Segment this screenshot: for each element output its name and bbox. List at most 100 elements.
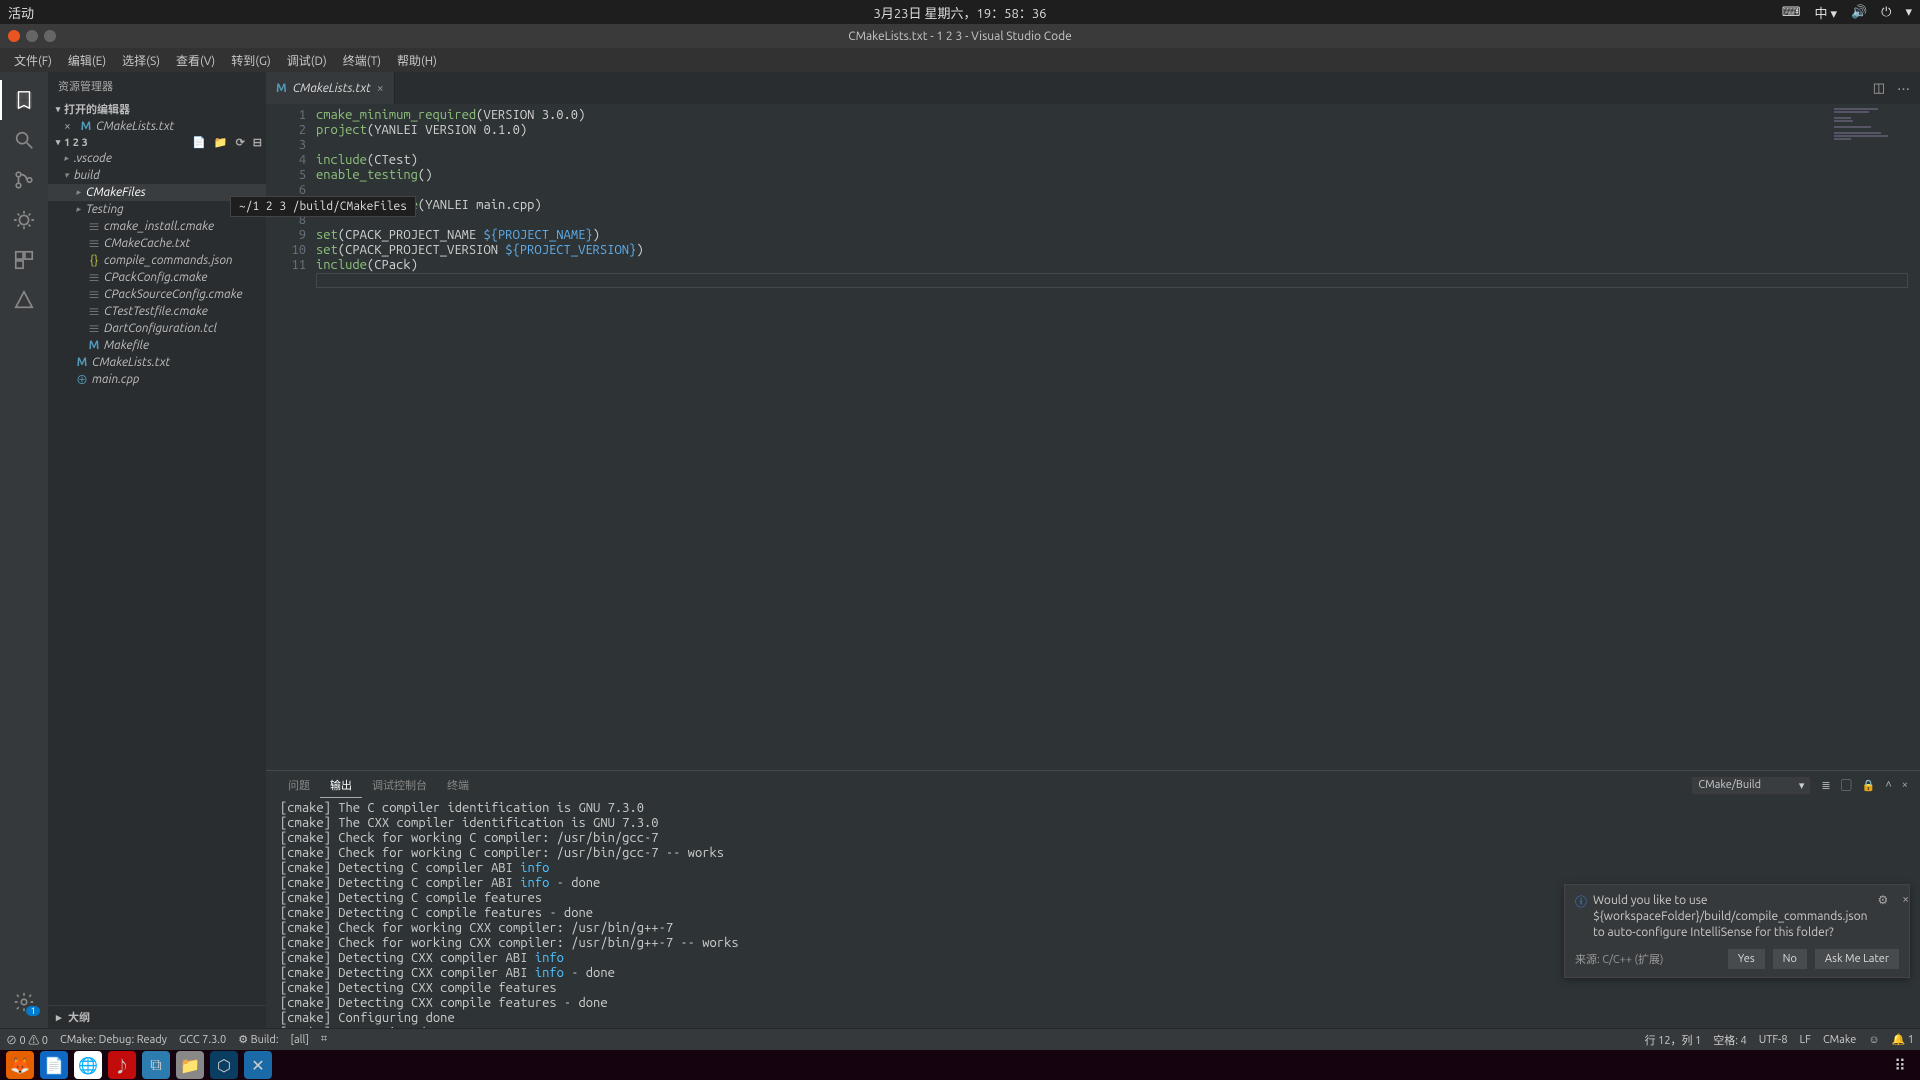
status-right-5[interactable]: ☺ [1868,1034,1879,1046]
system-menu-chevron-icon[interactable]: ▾ [1905,5,1912,20]
close-icon[interactable]: × [64,120,78,133]
apps-grid-icon[interactable]: ⠿ [1886,1051,1914,1079]
new-folder-icon[interactable]: 📁 [214,136,228,149]
status-right-6[interactable]: 🔔 1 [1892,1033,1914,1046]
status-left-5[interactable]: ⌗ [321,1033,327,1046]
tree-row[interactable]: ≡cmake_install.cmake [48,218,266,235]
tree-row[interactable]: MMakefile [48,337,266,354]
status-right-4[interactable]: CMake [1823,1034,1856,1046]
refresh-icon[interactable]: ⟳ [236,136,245,149]
explorer-icon[interactable] [0,80,48,120]
status-bar: ⊘ 0 ⚠ 0 CMake: Debug: Ready GCC 7.3.0 ⚙ Bui… [0,1028,1920,1050]
close-icon[interactable]: × [1898,893,1913,906]
status-right-0[interactable]: 行 12，列 1 [1645,1032,1702,1048]
activities-label[interactable]: 活动 [8,3,34,22]
chevron-icon: ▸ [76,204,86,215]
vscode-icon[interactable]: ⧉ [142,1051,170,1079]
window-maximize-button[interactable] [44,30,56,42]
open-editors-header[interactable]: ▾ 打开的编辑器 [48,100,266,118]
menu-item-1[interactable]: 编辑(E) [60,49,114,72]
menu-item-7[interactable]: 帮助(H) [389,49,445,72]
list-icon[interactable]: ≣ [1821,779,1830,792]
tree-label: .vscode [74,152,112,165]
tree-row[interactable]: MCMakeLists.txt [48,354,266,371]
window-close-button[interactable] [8,30,20,42]
tool-icon[interactable]: ✕ [244,1051,272,1079]
system-datetime[interactable]: 3月23日 星期六，19：58：36 [874,3,1047,22]
files-icon[interactable]: 📁 [176,1051,204,1079]
close-icon[interactable]: × [377,82,384,95]
project-header[interactable]: ▾ 1 2 3 📄 📁 ⟳ ⊟ [48,135,266,150]
chrome-icon[interactable]: 🌐 [74,1051,102,1079]
tree-row[interactable]: ▸.vscode [48,150,266,167]
tree-row[interactable]: ≡CPackConfig.cmake [48,269,266,286]
notification-no-button[interactable]: No [1773,949,1807,969]
status-right-3[interactable]: LF [1800,1034,1811,1046]
menu-item-5[interactable]: 调试(D) [279,49,335,72]
file-icon: ≡ [86,269,102,286]
lock-icon[interactable]: 🔒 [1862,779,1876,792]
open-editor-label: CMakeLists.txt [96,120,174,133]
tree-row[interactable]: ≡CPackSourceConfig.cmake [48,286,266,303]
status-left-0[interactable]: ⊘ 0 ⚠ 0 [6,1032,48,1048]
minimap[interactable] [1830,104,1920,770]
gear-icon[interactable]: 1 [0,982,48,1022]
menu-item-2[interactable]: 选择(S) [114,49,168,72]
collapse-icon[interactable]: ⊟ [253,136,262,149]
new-file-icon[interactable]: 📄 [192,136,206,149]
docs-icon[interactable]: 📄 [40,1051,68,1079]
menu-item-6[interactable]: 终端(T) [335,49,389,72]
netease-icon[interactable]: ♪ [108,1051,136,1079]
keyboard-icon[interactable]: ⌨ [1782,5,1801,20]
menu-item-4[interactable]: 转到(G) [223,49,279,72]
outline-header[interactable]: ▸ 大纲 [48,1005,266,1028]
window-minimize-button[interactable] [26,30,38,42]
search-icon[interactable] [0,120,48,160]
menu-item-0[interactable]: 文件(F) [6,49,60,72]
status-left-1[interactable]: CMake: Debug: Ready [60,1034,167,1046]
clear-icon[interactable]: ▢ [1841,777,1852,793]
tree-row[interactable]: ≡CTestTestfile.cmake [48,303,266,320]
debug-icon[interactable] [0,200,48,240]
code-content[interactable]: cmake_minimum_required(VERSION 3.0.0)pro… [316,104,1830,770]
tree-row[interactable]: {}compile_commands.json [48,252,266,269]
power-icon[interactable]: ⏻ [1881,5,1891,20]
firefox-icon[interactable]: 🦊 [6,1051,34,1079]
notification-later-button[interactable]: Ask Me Later [1815,949,1899,969]
tree-row[interactable]: ≡DartConfiguration.tcl [48,320,266,337]
box-icon[interactable]: ⬡ [210,1051,238,1079]
status-left-3[interactable]: ⚙ Build: [238,1033,278,1046]
gear-icon[interactable]: ⚙ [1873,893,1892,907]
status-left-4[interactable]: [all] [291,1034,309,1046]
menu-item-3[interactable]: 查看(V) [168,49,223,72]
sidebar-title: 资源管理器 [48,72,266,100]
source-control-icon[interactable] [0,160,48,200]
tab-cmakelists[interactable]: M CMakeLists.txt × [266,72,395,104]
open-editor-item[interactable]: ×MCMakeLists.txt [48,118,266,135]
ime-indicator[interactable]: 中 ▾ [1814,3,1837,22]
chevron-up-icon[interactable]: ˄ [1885,779,1891,791]
panel-close-icon[interactable]: × [1902,779,1908,791]
split-editor-icon[interactable]: ◫ [1873,81,1885,96]
notification-yes-button[interactable]: Yes [1728,949,1765,969]
status-left-2[interactable]: GCC 7.3.0 [179,1034,226,1046]
tree-row[interactable]: ≡CMakeCache.txt [48,235,266,252]
panel-tab-1[interactable]: 输出 [320,773,362,798]
volume-icon[interactable]: 🔊 [1851,5,1867,20]
file-tree[interactable]: ▸.vscode▾build▸CMakeFiles▸Testing≡cmake_… [48,150,266,1005]
output-channel-dropdown[interactable]: CMake/Build ▾ [1691,776,1811,795]
tree-label: cmake_install.cmake [104,220,214,233]
status-right-1[interactable]: 空格: 4 [1713,1032,1746,1048]
extensions-icon[interactable] [0,240,48,280]
tree-row[interactable]: ⊕main.cpp [48,371,266,388]
panel-tab-2[interactable]: 调试控制台 [362,773,437,797]
chevron-icon: ▸ [76,187,86,198]
info-icon: ⓘ [1575,893,1587,910]
panel-tab-3[interactable]: 终端 [437,773,479,797]
more-icon[interactable]: ⋯ [1897,79,1910,98]
panel-tab-0[interactable]: 问题 [278,773,320,797]
tree-row[interactable]: ▾build [48,167,266,184]
cmake-icon[interactable] [0,280,48,320]
status-right-2[interactable]: UTF-8 [1759,1034,1788,1046]
code-editor[interactable]: 1234567891011 cmake_minimum_required(VER… [266,104,1920,770]
